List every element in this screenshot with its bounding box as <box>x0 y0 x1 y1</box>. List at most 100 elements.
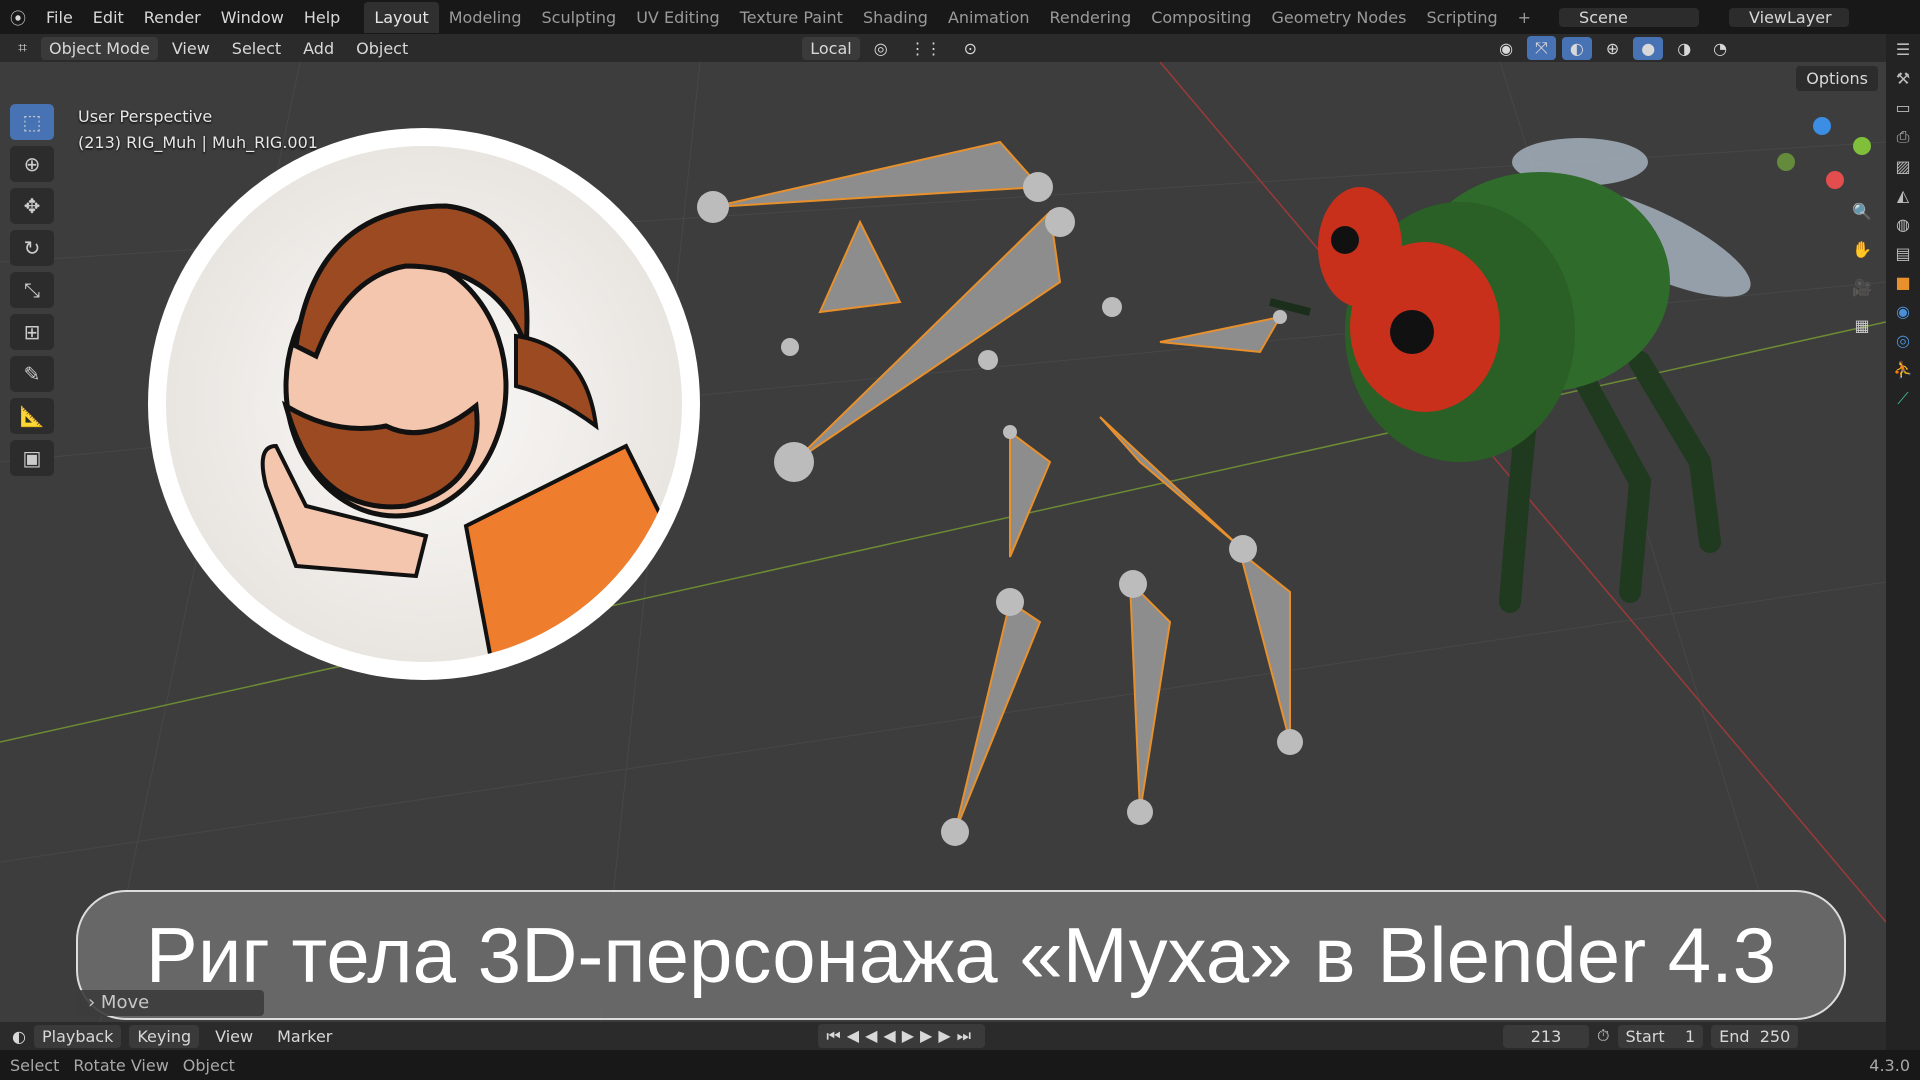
end-label: End <box>1719 1026 1750 1046</box>
timeline-view-menu[interactable]: View <box>207 1025 261 1048</box>
playback-controls[interactable]: ⏮◀◀◀▶▶▶⏭ <box>818 1024 986 1048</box>
tab-sculpting[interactable]: Sculpting <box>532 8 627 27</box>
navigation-buttons: 🔍 ✋ 🎥 ▦ <box>1848 202 1876 344</box>
mode-selector[interactable]: Object Mode <box>41 36 158 60</box>
navigation-gizmo[interactable] <box>1777 117 1871 189</box>
add-cube-tool-icon[interactable]: ▣ <box>10 440 54 476</box>
material-shading-icon[interactable]: ◑ <box>1669 37 1699 60</box>
status-rotate-view: Rotate View <box>73 1055 169 1075</box>
menu-render[interactable]: Render <box>134 8 211 27</box>
timeline-editor-icon[interactable]: ◐ <box>12 1027 26 1046</box>
tab-shading[interactable]: Shading <box>853 8 938 27</box>
menu-window[interactable]: Window <box>211 8 294 27</box>
current-frame-field[interactable]: 213 <box>1503 1024 1590 1048</box>
menu-file[interactable]: File <box>36 8 83 27</box>
start-frame-field[interactable]: Start 1 <box>1617 1024 1704 1048</box>
title-banner: Риг тела 3D-персонажа «Муха» в Blender 4… <box>76 890 1846 1020</box>
tab-uv-editing[interactable]: UV Editing <box>626 8 729 27</box>
last-operator-panel[interactable]: › Move <box>78 990 264 1016</box>
playback-menu[interactable]: Playback <box>33 1024 122 1048</box>
tab-animation[interactable]: Animation <box>938 8 1040 27</box>
tab-modeling[interactable]: Modeling <box>439 8 532 27</box>
tab-compositing[interactable]: Compositing <box>1141 8 1261 27</box>
menu-object[interactable]: Object <box>348 37 416 60</box>
menu-edit[interactable]: Edit <box>83 8 134 27</box>
tab-geometry-nodes[interactable]: Geometry Nodes <box>1262 8 1417 27</box>
tool-properties-icon[interactable]: ⚒ <box>1896 69 1910 88</box>
gizmo-icon[interactable]: ◉ <box>1491 37 1521 60</box>
collection-icon[interactable]: ▤ <box>1895 244 1910 263</box>
cartoon-portrait <box>260 203 682 662</box>
wireframe-shading-icon[interactable]: ⊕ <box>1598 37 1627 60</box>
object-properties-icon[interactable]: ■ <box>1895 273 1910 292</box>
armature-bones <box>712 140 1291 833</box>
world-properties-icon[interactable]: ◍ <box>1896 215 1910 234</box>
tab-layout[interactable]: Layout <box>364 1 439 33</box>
marker-menu[interactable]: Marker <box>269 1025 340 1048</box>
pan-hand-icon[interactable]: ✋ <box>1848 240 1876 268</box>
keying-menu[interactable]: Keying <box>129 1024 200 1048</box>
end-frame-field[interactable]: End 250 <box>1711 1024 1799 1048</box>
view-layer-name: ViewLayer <box>1749 7 1832 27</box>
physics-icon[interactable]: ◎ <box>1896 331 1910 350</box>
output-properties-icon[interactable]: ⎙ <box>1897 127 1910 147</box>
properties-tabs: ☰ ⚒ ▭ ⎙ ▨ ◭ ◍ ▤ ■ ◉ ◎ ⛹ ⟋ <box>1886 34 1920 1050</box>
end-value: 250 <box>1759 1026 1791 1046</box>
scene-name: Scene <box>1579 7 1628 27</box>
menu-help[interactable]: Help <box>294 8 350 27</box>
cursor-tool-icon[interactable]: ⊕ <box>10 146 54 182</box>
start-label: Start <box>1625 1026 1665 1046</box>
bone-properties-icon[interactable]: ⟋ <box>1897 389 1908 409</box>
tab-scripting[interactable]: Scripting <box>1416 8 1507 27</box>
view-layer-icon[interactable]: ▨ <box>1895 157 1910 176</box>
tab-rendering[interactable]: Rendering <box>1040 8 1142 27</box>
add-workspace-button[interactable]: + <box>1508 8 1541 27</box>
menu-view[interactable]: View <box>164 37 218 60</box>
menu-select[interactable]: Select <box>224 37 289 60</box>
annotate-tool-icon[interactable]: ✎ <box>10 356 54 392</box>
options-button[interactable]: Options <box>1796 66 1878 91</box>
solid-shading-icon[interactable]: ● <box>1633 36 1664 60</box>
active-object-label: (213) RIG_Muh | Muh_RIG.001 <box>78 133 318 152</box>
view-layer-selector[interactable]: ViewLayer <box>1729 7 1850 27</box>
transform-orientation[interactable]: Local <box>802 36 860 60</box>
menu-add[interactable]: Add <box>295 37 342 60</box>
status-bar: Select Rotate View Object 4.3.0 <box>0 1050 1920 1080</box>
scale-tool-icon[interactable]: ⤡ <box>10 272 54 308</box>
transform-tool-icon[interactable]: ⊞ <box>10 314 54 350</box>
scene-properties-icon[interactable]: ◭ <box>1897 186 1909 205</box>
armature-data-icon[interactable]: ⛹ <box>1893 360 1913 379</box>
render-properties-icon[interactable]: ▭ <box>1895 98 1910 117</box>
perspective-label: User Perspective <box>78 107 213 126</box>
author-avatar <box>148 128 700 680</box>
pivot-icon[interactable]: ◎ <box>866 37 896 60</box>
top-bar: ⦿ File Edit Render Window Help Layout Mo… <box>0 0 1920 34</box>
version-label: 4.3.0 <box>1869 1055 1910 1075</box>
rotate-tool-icon[interactable]: ↻ <box>10 230 54 266</box>
rendered-shading-icon[interactable]: ◔ <box>1705 37 1735 60</box>
editor-type-icon[interactable]: ⌗ <box>10 36 35 60</box>
snap-icon[interactable]: ⋮⋮ <box>902 37 950 60</box>
timeline-header: ◐ Playback Keying View Marker ⏮◀◀◀▶▶▶⏭ 2… <box>0 1022 1886 1050</box>
last-operator-label: Move <box>100 992 150 1013</box>
overlay-icon[interactable]: ⤧ <box>1527 36 1556 60</box>
camera-icon[interactable]: 🎥 <box>1848 278 1876 306</box>
toolbar: ⬚ ⊕ ✥ ↻ ⤡ ⊞ ✎ 📐 ▣ <box>10 104 56 476</box>
xray-icon[interactable]: ◐ <box>1561 36 1592 60</box>
stopwatch-icon[interactable]: ⏱ <box>1597 1026 1609 1046</box>
outliner-icon[interactable]: ☰ <box>1896 40 1910 59</box>
scene-selector[interactable]: Scene <box>1559 7 1700 27</box>
move-tool-icon[interactable]: ✥ <box>10 188 54 224</box>
start-value: 1 <box>1684 1026 1696 1046</box>
blender-logo-icon[interactable]: ⦿ <box>0 5 36 29</box>
fly-model <box>1269 138 1751 613</box>
modifier-icon[interactable]: ◉ <box>1896 302 1910 321</box>
measure-tool-icon[interactable]: 📐 <box>10 398 54 434</box>
proportional-edit-icon[interactable]: ⊙ <box>956 37 985 60</box>
tab-texture-paint[interactable]: Texture Paint <box>730 8 853 27</box>
status-object: Object <box>182 1055 235 1075</box>
zoom-icon[interactable]: 🔍 <box>1848 202 1876 230</box>
select-box-tool-icon[interactable]: ⬚ <box>10 104 54 140</box>
status-select: Select <box>10 1055 60 1075</box>
grid-perspective-icon[interactable]: ▦ <box>1848 316 1876 344</box>
